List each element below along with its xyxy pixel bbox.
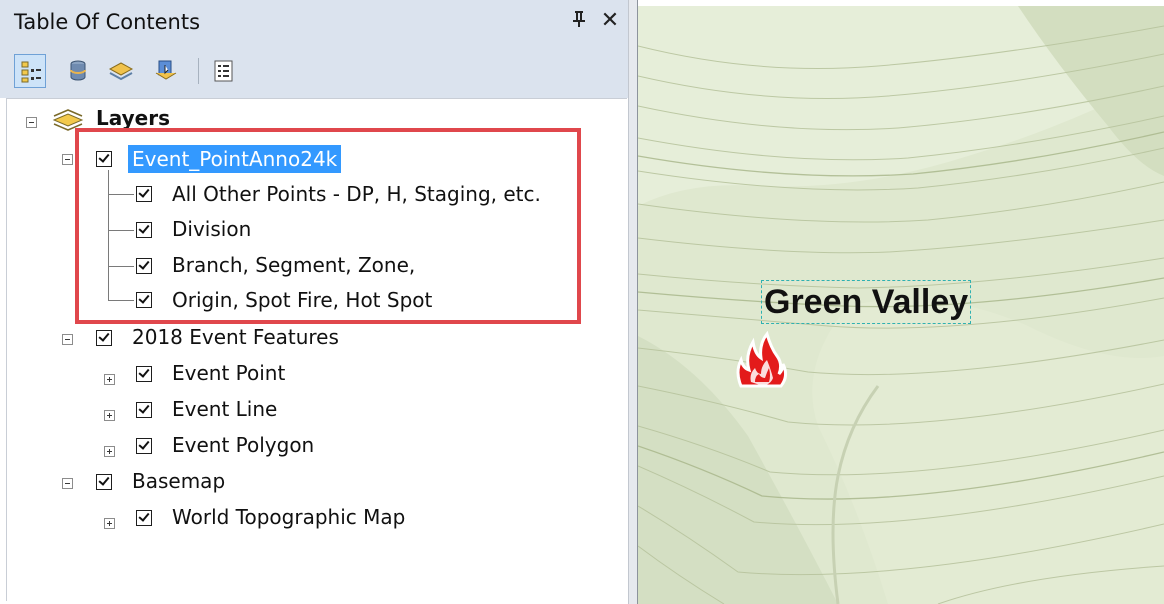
toolbar-separator: [198, 58, 199, 84]
list-by-drawing-order-button[interactable]: [14, 54, 46, 88]
list-by-selection-button[interactable]: [150, 54, 182, 88]
expander-2018-event-features[interactable]: [62, 334, 73, 345]
layer-world-topographic-map[interactable]: World Topographic Map: [172, 503, 405, 531]
fire-icon[interactable]: [733, 328, 789, 392]
checkbox-world-topographic-map[interactable]: [136, 510, 152, 526]
expander-layers[interactable]: [26, 117, 37, 128]
list-by-drawing-order-icon: [21, 61, 41, 83]
layer-event-line[interactable]: Event Line: [172, 395, 277, 423]
expander-world-topographic-map[interactable]: [104, 518, 115, 529]
root-layer-label[interactable]: Layers: [96, 104, 170, 128]
list-by-visibility-icon: [108, 62, 134, 81]
expander-event-pointanno24k[interactable]: [62, 154, 73, 165]
close-button[interactable]: ✕: [597, 6, 623, 36]
checkbox-2018-event-features[interactable]: [96, 330, 112, 346]
expander-event-line[interactable]: [104, 410, 115, 421]
panel-splitter[interactable]: [628, 0, 638, 604]
toc-title: Table Of Contents: [14, 10, 201, 34]
toc-title-bar: Table Of Contents ✕: [0, 0, 628, 46]
checkbox-event-point[interactable]: [136, 366, 152, 382]
options-button[interactable]: [208, 54, 240, 88]
toc-toolbar: [0, 46, 628, 98]
list-by-visibility-button[interactable]: [104, 54, 136, 88]
checkbox-basemap[interactable]: [96, 474, 112, 490]
layer-event-point[interactable]: Event Point: [172, 359, 285, 387]
map-view[interactable]: Green Valley: [638, 6, 1164, 604]
pin-icon[interactable]: [566, 6, 592, 36]
checkbox-event-polygon[interactable]: [136, 438, 152, 454]
layer-2018-event-features[interactable]: 2018 Event Features: [132, 323, 339, 351]
list-by-source-icon: [70, 60, 86, 81]
list-by-selection-icon: [155, 60, 177, 80]
layer-basemap[interactable]: Basemap: [132, 467, 225, 495]
layer-event-polygon[interactable]: Event Polygon: [172, 431, 314, 459]
table-of-contents-panel: Table Of Contents ✕ Layers Event_PointAn…: [0, 0, 628, 604]
map-annotation-label[interactable]: Green Valley: [761, 280, 972, 324]
highlight-annotation-box: [75, 128, 581, 324]
list-by-source-button[interactable]: [62, 54, 94, 88]
expander-event-polygon[interactable]: [104, 446, 115, 457]
checkbox-event-line[interactable]: [136, 402, 152, 418]
expander-event-point[interactable]: [104, 374, 115, 385]
options-icon: [214, 60, 233, 82]
expander-basemap[interactable]: [62, 478, 73, 489]
